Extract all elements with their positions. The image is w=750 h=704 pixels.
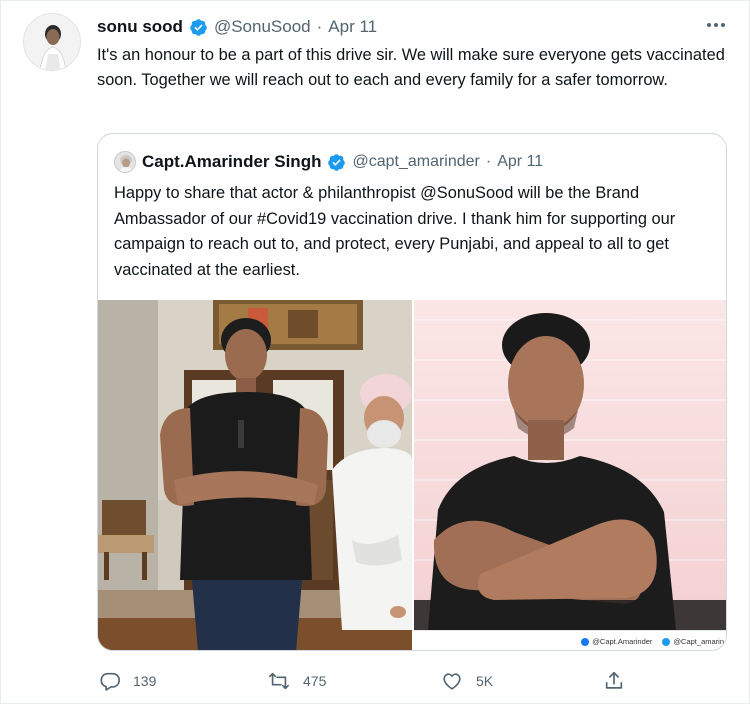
tweet-header: sonu sood @SonuSood · Apr 11	[97, 15, 377, 39]
twitter-icon	[662, 637, 671, 646]
photo-credit-bar: @Capt.Amarinder @Capt_amarin	[414, 630, 726, 650]
reply-button[interactable]: 139	[99, 665, 156, 697]
tweet[interactable]: sonu sood @SonuSood · Apr 11 It's an hon…	[0, 0, 750, 704]
facebook-icon	[581, 637, 590, 646]
like-icon	[443, 673, 461, 690]
tweet-actions: 139 475 5K	[97, 665, 727, 697]
author-avatar[interactable]	[23, 13, 81, 71]
quoted-verified-badge-icon	[328, 153, 346, 171]
quoted-author-avatar	[114, 151, 136, 173]
reply-count: 139	[133, 673, 157, 689]
share-button[interactable]	[603, 665, 625, 697]
tweet-date[interactable]: Apr 11	[328, 17, 377, 37]
facebook-credit: @Capt.Amarinder	[581, 637, 652, 646]
like-count: 5K	[476, 673, 494, 689]
facebook-credit-text: @Capt.Amarinder	[592, 637, 653, 646]
more-dots-icon	[707, 23, 725, 27]
twitter-credit-text: @Capt_amarin	[673, 637, 724, 646]
quoted-author-handle: @capt_amarinder	[352, 153, 480, 170]
verified-badge-icon	[190, 18, 207, 36]
author-handle[interactable]: @SonuSood	[214, 17, 311, 37]
photo-two-men-standing[interactable]	[98, 300, 412, 650]
retweet-icon	[269, 672, 289, 690]
retweet-button[interactable]: 475	[267, 665, 326, 697]
photo-portrait[interactable]: @Capt.Amarinder @Capt_amarin	[414, 300, 726, 650]
quoted-media: @Capt.Amarinder @Capt_amarin	[98, 300, 726, 650]
quoted-tweet-header: Capt.Amarinder Singh @capt_amarinder · A…	[114, 150, 543, 174]
quoted-tweet-text: Happy to share that actor & philanthropi…	[114, 184, 676, 280]
quoted-separator-dot: ·	[485, 153, 492, 170]
share-icon	[605, 671, 623, 689]
twitter-credit: @Capt_amarin	[662, 637, 724, 646]
author-name[interactable]: sonu sood	[97, 17, 183, 37]
separator-dot: ·	[316, 17, 323, 36]
quoted-author-name: Capt.Amarinder Singh	[142, 152, 322, 171]
retweet-count: 475	[303, 673, 327, 689]
reply-icon	[100, 672, 120, 691]
quoted-tweet[interactable]: Capt.Amarinder Singh @capt_amarinder · A…	[97, 133, 727, 651]
tweet-text: It's an honour to be a part of this driv…	[97, 46, 725, 89]
more-options-button[interactable]	[701, 15, 731, 35]
quoted-tweet-date: Apr 11	[497, 153, 544, 170]
like-button[interactable]: 5K	[440, 665, 493, 697]
